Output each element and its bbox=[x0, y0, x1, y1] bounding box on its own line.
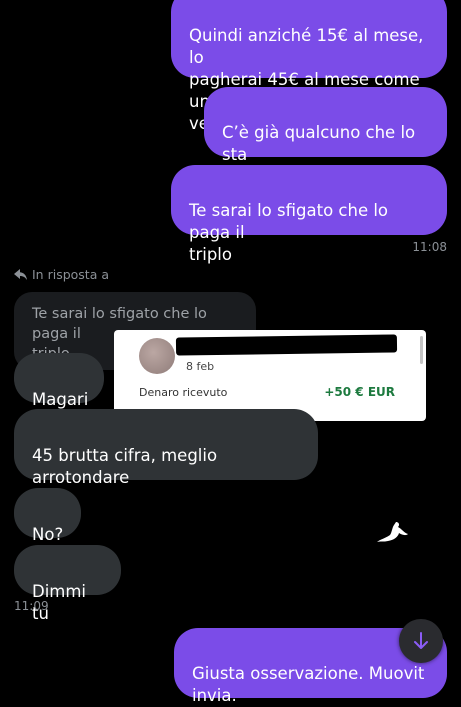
payment-date: 8 feb bbox=[186, 360, 215, 373]
payment-screenshot-card: 8 feb Denaro ricevuto +50 € EUR bbox=[114, 330, 426, 421]
payment-amount: +50 € EUR bbox=[324, 385, 395, 399]
message-text: Giusta osservazione. Muovit invia. bbox=[192, 664, 425, 705]
message-text: No? bbox=[32, 525, 64, 544]
message-incoming-1[interactable]: Magari bbox=[14, 353, 104, 409]
message-incoming-2[interactable]: 45 brutta cifra, meglio arrotondare a 50 bbox=[14, 409, 318, 509]
message-text: Te sarai lo sfigato che lo paga il tripl… bbox=[189, 201, 389, 264]
avatar bbox=[139, 338, 175, 374]
message-timestamp: 11:08 bbox=[412, 240, 447, 254]
message-outgoing-1[interactable]: Quindi anziché 15€ al mese, lo pagherai … bbox=[171, 0, 447, 133]
scroll-to-bottom-button[interactable] bbox=[399, 619, 443, 663]
message-incoming-4[interactable]: Dimmi tu bbox=[14, 545, 121, 623]
payment-description: Denaro ricevuto bbox=[139, 386, 228, 399]
card-scrollbar bbox=[420, 336, 423, 364]
message-timestamp: 11:09 bbox=[14, 599, 49, 613]
arrow-down-icon bbox=[414, 632, 428, 649]
message-incoming-3[interactable]: No? bbox=[14, 488, 81, 544]
redacted-name bbox=[175, 334, 398, 356]
reply-arrow-icon bbox=[14, 268, 27, 280]
message-outgoing-3[interactable]: Te sarai lo sfigato che lo paga il tripl… bbox=[171, 165, 447, 264]
message-text: Magari bbox=[32, 390, 89, 409]
reply-reference: In risposta a bbox=[14, 267, 109, 282]
message-outgoing-2[interactable]: C’è già qualcuno che lo sta pagando il d… bbox=[204, 87, 447, 186]
reply-label-text: In risposta a bbox=[32, 267, 109, 282]
watermark-logo bbox=[374, 520, 414, 552]
